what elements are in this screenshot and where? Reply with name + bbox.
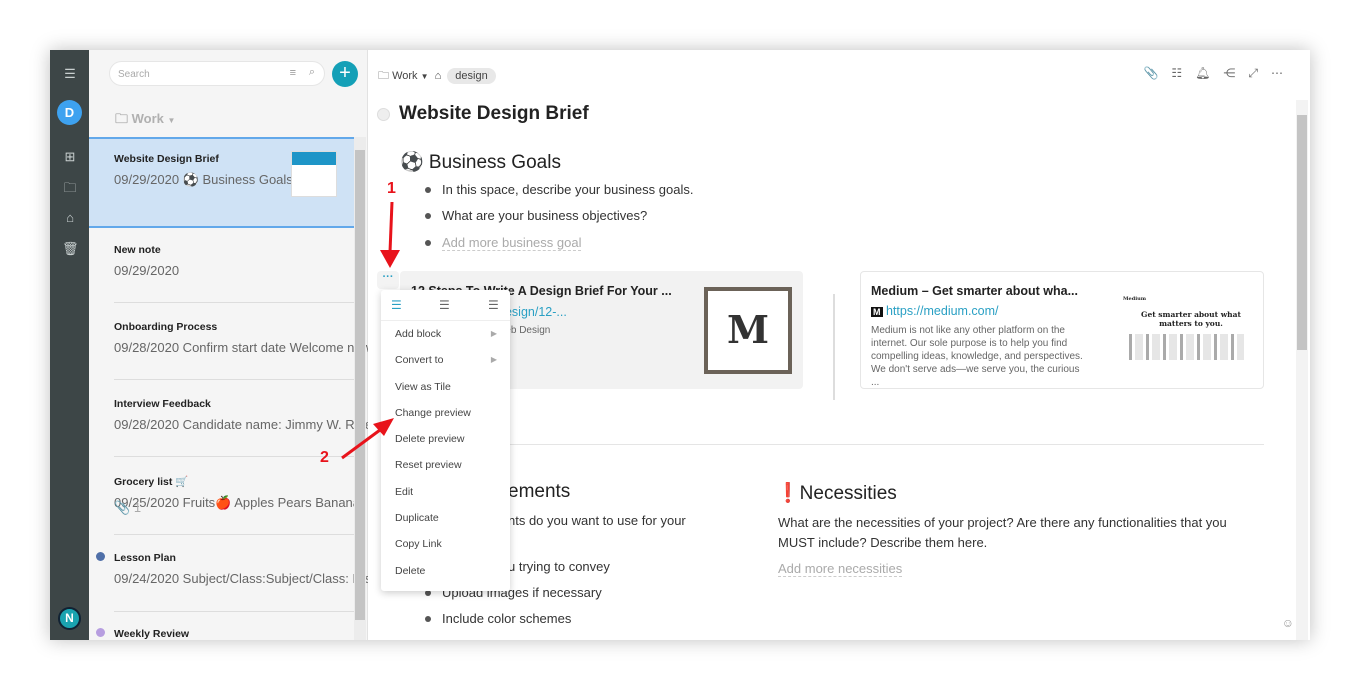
annotation-arrows [341, 201, 400, 460]
annotation-arrowhead-1 [380, 250, 400, 268]
annotation-arrow-1 [388, 201, 394, 253]
annotation-arrow-2 [341, 428, 381, 460]
